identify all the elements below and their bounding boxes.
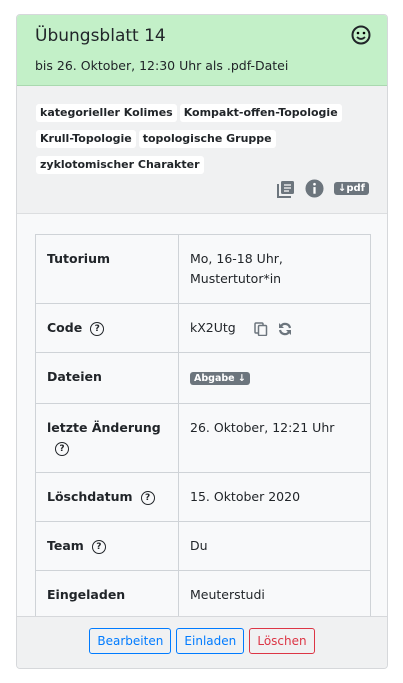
sheet-title: Übungsblatt 14 bbox=[35, 26, 166, 46]
download-pdf-button[interactable]: ↓pdf bbox=[333, 182, 369, 195]
deadline: bis 26. Oktober, 12:30 Uhr als .pdf-Date… bbox=[35, 58, 289, 73]
details-table: Tutorium Mo, 16-18 Uhr, Mustertutor*in Co… bbox=[35, 234, 371, 620]
table-row: Tutorium Mo, 16-18 Uhr, Mustertutor*in bbox=[35, 234, 371, 304]
table-row: Code? kX2Utg bbox=[35, 303, 371, 353]
help-icon[interactable]: ? bbox=[91, 539, 106, 554]
table-row: Löschdatum? 15. Oktober 2020 bbox=[35, 472, 371, 522]
smiley-icon bbox=[351, 25, 371, 45]
table-row: Team? Du bbox=[35, 521, 371, 571]
table-row: letzte Änderung? 26. Oktober, 12:21 Uhr bbox=[35, 403, 371, 473]
abgabe-download-badge[interactable]: Abgabe ↓ bbox=[190, 372, 250, 385]
tag[interactable]: Kompakt-offen-Topologie bbox=[179, 104, 342, 122]
help-icon[interactable]: ? bbox=[55, 441, 69, 456]
tag[interactable]: topologische Gruppe bbox=[138, 130, 276, 148]
table-row: Eingeladen Meuterstudi bbox=[35, 570, 371, 620]
tag[interactable]: zyklotomischer Charakter bbox=[36, 156, 204, 174]
table-row: Dateien Abgabe ↓ bbox=[35, 352, 371, 404]
invite-button[interactable]: Einladen bbox=[176, 628, 245, 654]
info-icon[interactable] bbox=[305, 179, 324, 198]
help-icon[interactable]: ? bbox=[140, 490, 155, 505]
tag[interactable]: kategorieller Kolimes bbox=[36, 104, 177, 122]
collection-icon[interactable] bbox=[276, 180, 295, 198]
sheet-card: Übungsblatt 14 bis 26. Oktober, 12:30 Uh… bbox=[16, 14, 388, 669]
help-icon[interactable]: ? bbox=[90, 321, 105, 336]
card-footer: Bearbeiten Einladen Löschen bbox=[17, 616, 387, 668]
delete-button[interactable]: Löschen bbox=[249, 628, 315, 654]
tag[interactable]: Krull-Topologie bbox=[36, 130, 136, 148]
code-value: kX2Utg bbox=[190, 320, 236, 335]
copy-icon[interactable] bbox=[253, 321, 268, 336]
refresh-icon[interactable] bbox=[278, 322, 292, 336]
card-header: Übungsblatt 14 bis 26. Oktober, 12:30 Uh… bbox=[17, 15, 387, 86]
tags-section: kategorieller Kolimes Kompakt-offen-Topol… bbox=[17, 86, 387, 214]
edit-button[interactable]: Bearbeiten bbox=[89, 628, 172, 654]
